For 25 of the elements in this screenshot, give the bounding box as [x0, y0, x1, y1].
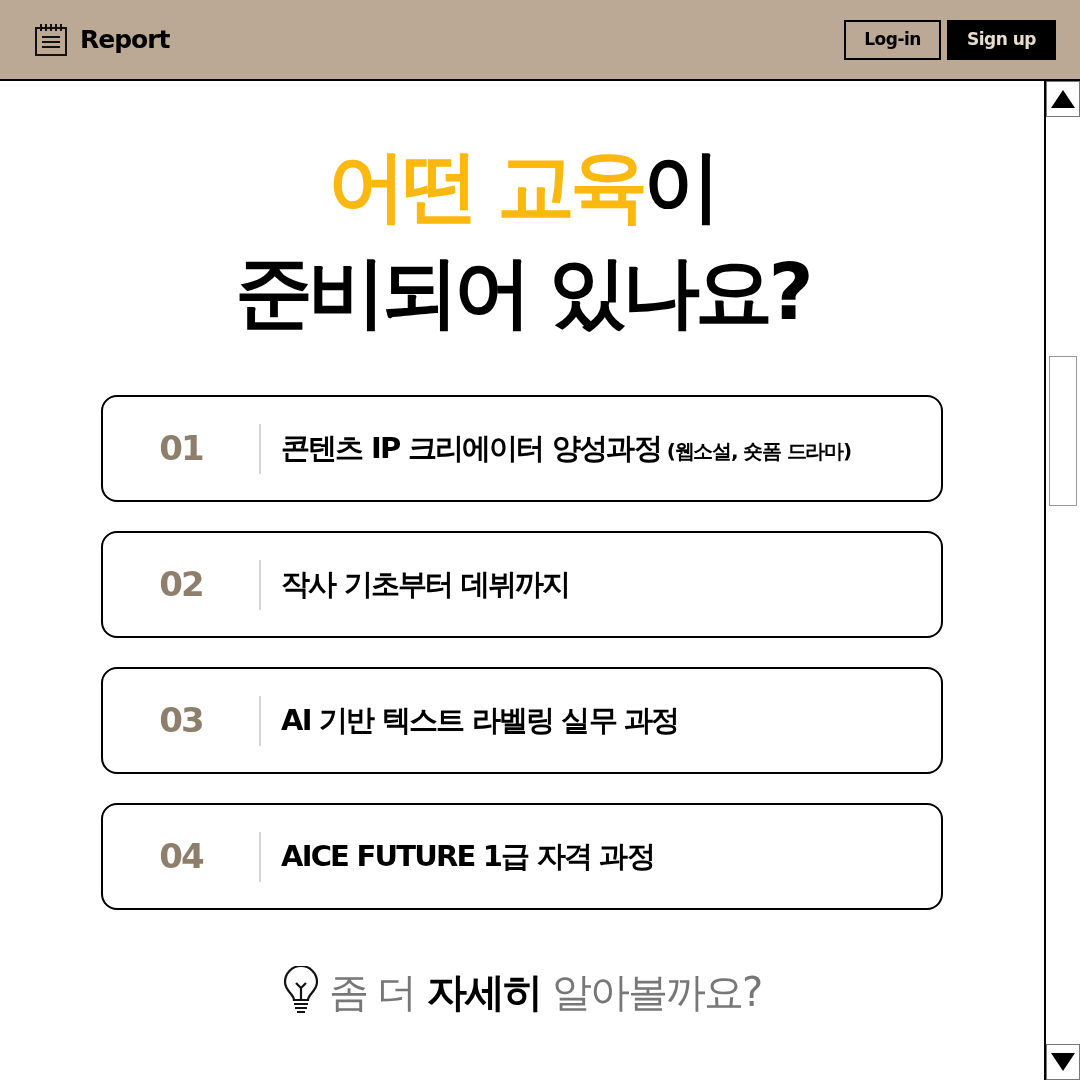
course-card[interactable]: 01 콘텐츠 IP 크리에이터 양성과정 (웹소설, 숏폼 드라마)	[101, 395, 943, 502]
scroll-thumb[interactable]	[1049, 355, 1077, 506]
log-in-button[interactable]: Log-in	[844, 19, 941, 60]
scroll-down-button[interactable]	[1046, 1044, 1080, 1080]
course-number: 04	[158, 835, 204, 878]
course-card[interactable]: 03 AI 기반 텍스트 라벨링 실무 과정	[101, 667, 943, 774]
course-title: 콘텐츠 IP 크리에이터 양성과정	[281, 429, 661, 467]
course-number: 01	[158, 427, 204, 470]
sign-up-button[interactable]: Sign up	[946, 19, 1056, 60]
course-note: (웹소설, 숏폼 드라마)	[666, 437, 851, 465]
course-card[interactable]: 02 작사 기초부터 데뷔까지	[101, 531, 943, 638]
course-title: 작사 기초부터 데뷔까지	[281, 565, 570, 603]
up-triangle-icon	[1051, 90, 1075, 108]
scroll-up-button[interactable]	[1046, 81, 1080, 117]
scrollbar[interactable]	[1044, 81, 1080, 1080]
learn-more-text[interactable]: 좀 더 자세히 알아볼까요?	[328, 962, 762, 1022]
course-title: AICE FUTURE 1급 자격 과정	[281, 837, 654, 875]
headline: 어떤 교육이 준비되어 있나요?	[235, 140, 809, 339]
course-number: 02	[158, 563, 204, 606]
course-number: 03	[158, 699, 204, 742]
notepad-icon	[34, 22, 68, 57]
course-card[interactable]: 04 AICE FUTURE 1급 자격 과정	[101, 803, 943, 910]
down-triangle-icon	[1051, 1053, 1075, 1071]
course-title: AI 기반 텍스트 라벨링 실무 과정	[281, 701, 679, 739]
brand-name: Report	[80, 23, 170, 56]
